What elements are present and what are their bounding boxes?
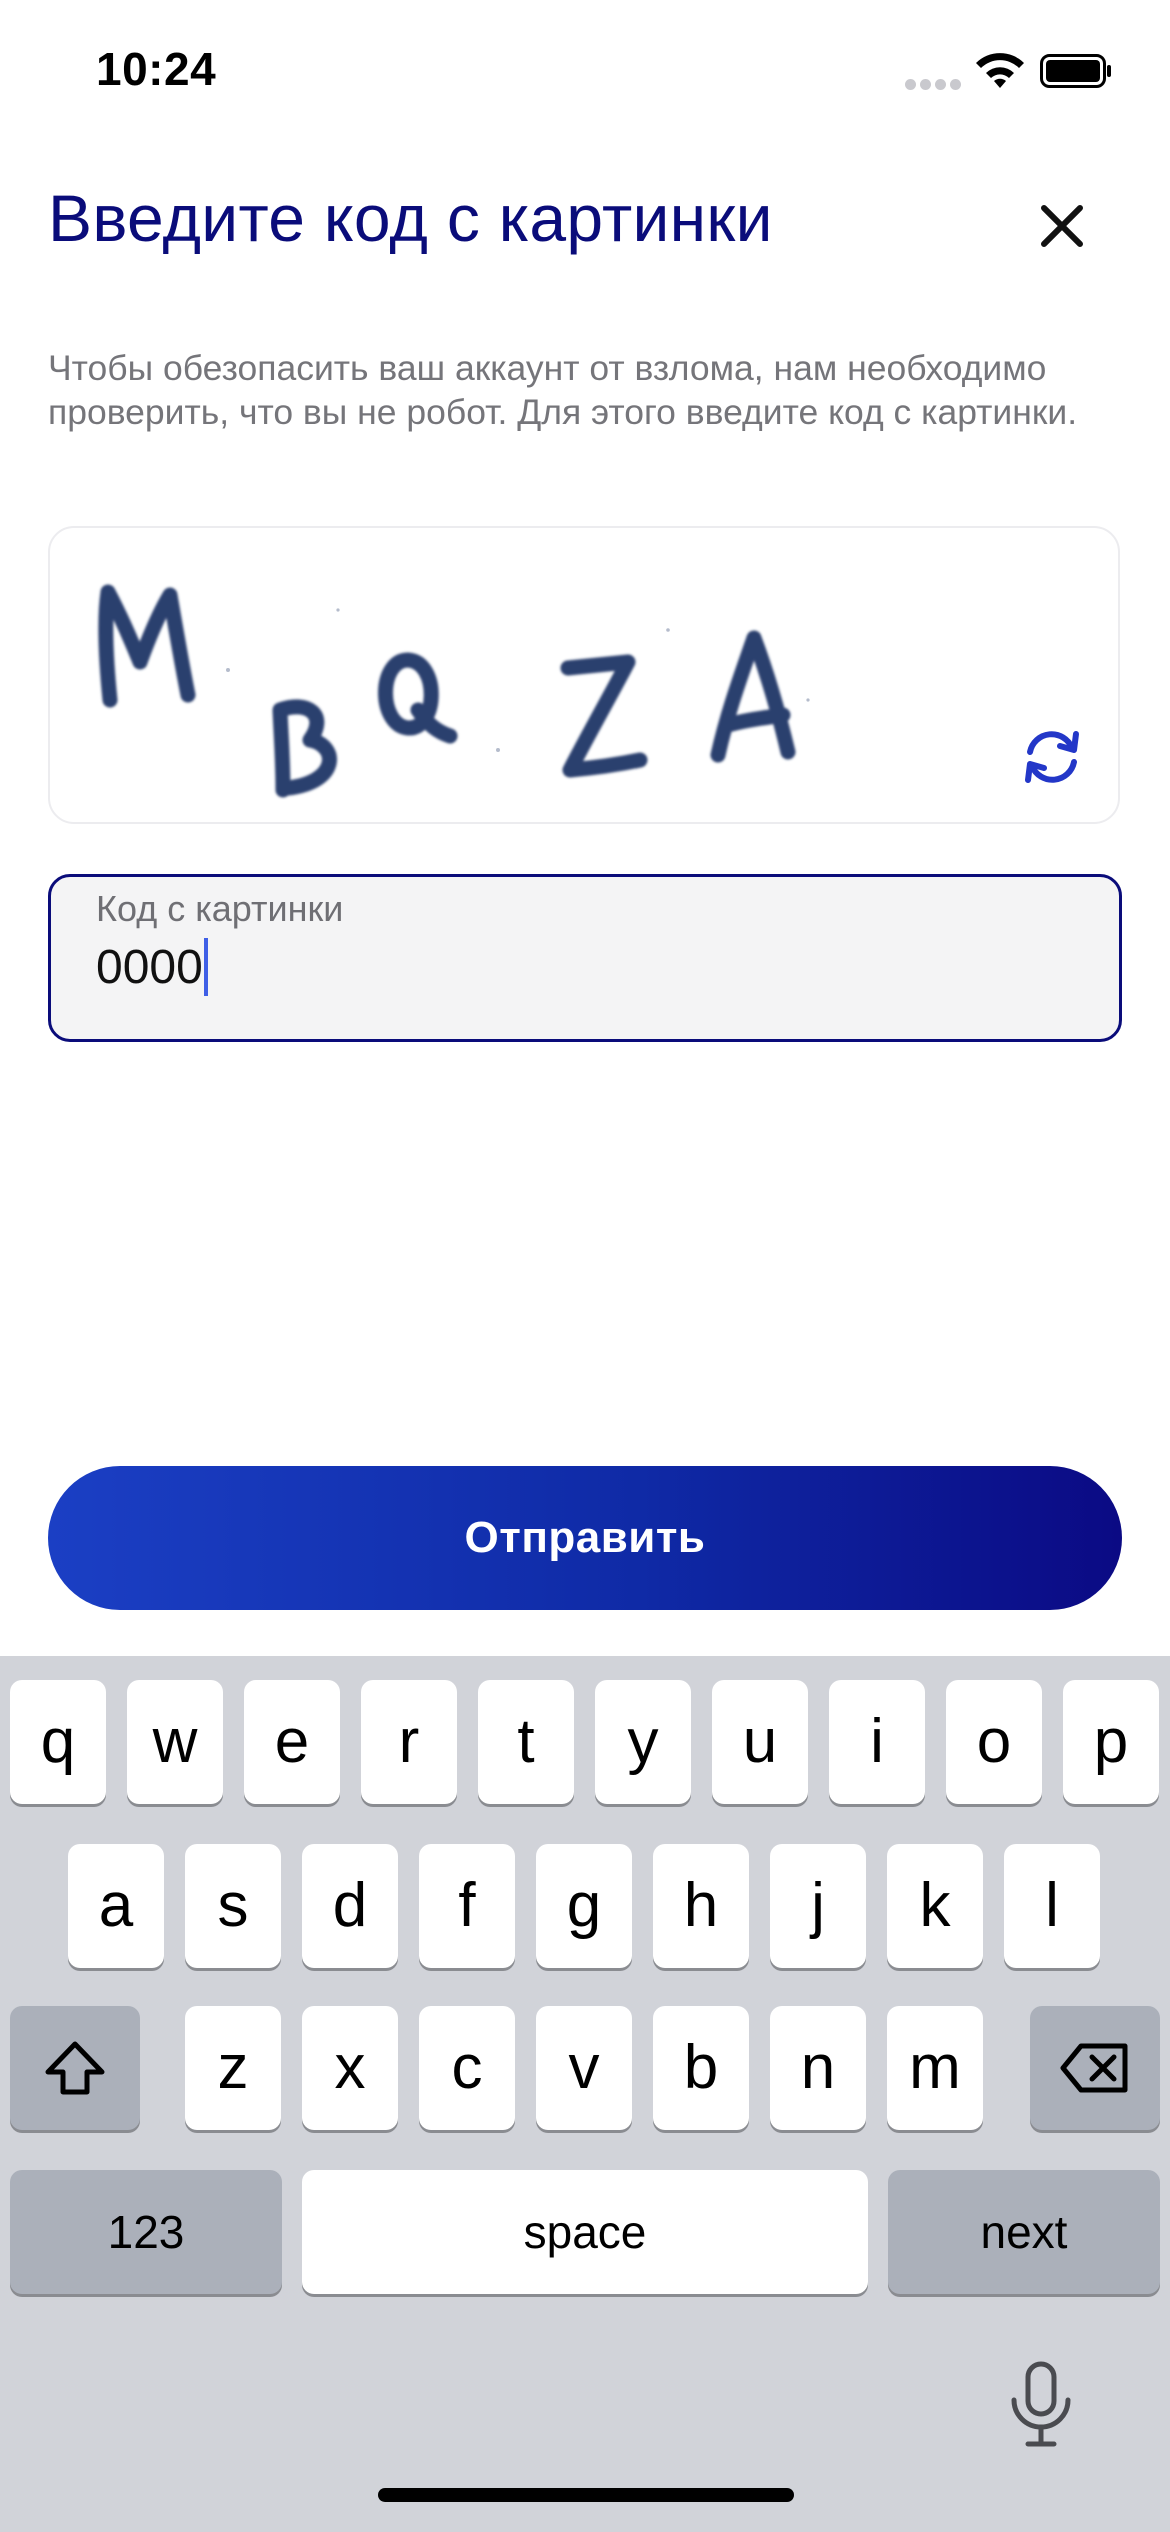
- text-caret: [203, 938, 208, 996]
- key-n[interactable]: n: [770, 2006, 866, 2130]
- status-time: 10:24: [96, 43, 217, 95]
- key-u[interactable]: u: [712, 1680, 808, 1804]
- key-y[interactable]: y: [595, 1680, 691, 1804]
- backspace-key[interactable]: [1030, 2006, 1160, 2130]
- close-icon[interactable]: [1032, 196, 1092, 256]
- battery-icon: [1040, 54, 1111, 88]
- captcha-code-value: 0000: [96, 940, 203, 994]
- key-l[interactable]: l: [1004, 1844, 1100, 1968]
- captcha-image: [98, 584, 810, 798]
- key-d[interactable]: d: [302, 1844, 398, 1968]
- key-j[interactable]: j: [770, 1844, 866, 1968]
- space-key[interactable]: space: [302, 2170, 868, 2294]
- key-q[interactable]: q: [10, 1680, 106, 1804]
- captcha-code-label: Код с картинки: [96, 888, 344, 929]
- key-r[interactable]: r: [361, 1680, 457, 1804]
- key-a[interactable]: a: [68, 1844, 164, 1968]
- key-t[interactable]: t: [478, 1680, 574, 1804]
- signal-icon: [905, 79, 961, 93]
- refresh-icon[interactable]: [1018, 726, 1086, 788]
- key-h[interactable]: h: [653, 1844, 749, 1968]
- key-k[interactable]: k: [887, 1844, 983, 1968]
- key-p[interactable]: p: [1063, 1680, 1159, 1804]
- key-e[interactable]: e: [244, 1680, 340, 1804]
- backspace-icon: [1060, 2043, 1128, 2093]
- microphone-icon[interactable]: [1004, 2360, 1078, 2450]
- next-key[interactable]: next: [888, 2170, 1160, 2294]
- key-o[interactable]: o: [946, 1680, 1042, 1804]
- key-i[interactable]: i: [829, 1680, 925, 1804]
- description-text: Чтобы обезопасить ваш аккаунт от взлома,…: [48, 348, 1078, 432]
- key-b[interactable]: b: [653, 2006, 749, 2130]
- shift-icon: [45, 2041, 105, 2095]
- submit-button[interactable]: Отправить: [48, 1466, 1122, 1610]
- numbers-key[interactable]: 123: [10, 2170, 282, 2294]
- key-m[interactable]: m: [887, 2006, 983, 2130]
- key-v[interactable]: v: [536, 2006, 632, 2130]
- shift-key[interactable]: [10, 2006, 140, 2130]
- key-x[interactable]: x: [302, 2006, 398, 2130]
- key-g[interactable]: g: [536, 1844, 632, 1968]
- captcha-code-input[interactable]: 0000: [96, 938, 208, 996]
- keyboard: q w e r t y u i o p a s d f g h j k l z …: [0, 1656, 1170, 2532]
- page-title: Введите код с картинки: [48, 181, 773, 255]
- key-z[interactable]: z: [185, 2006, 281, 2130]
- home-indicator: [378, 2488, 794, 2502]
- key-w[interactable]: w: [127, 1680, 223, 1804]
- key-s[interactable]: s: [185, 1844, 281, 1968]
- wifi-icon: [976, 53, 1024, 88]
- key-f[interactable]: f: [419, 1844, 515, 1968]
- key-c[interactable]: c: [419, 2006, 515, 2130]
